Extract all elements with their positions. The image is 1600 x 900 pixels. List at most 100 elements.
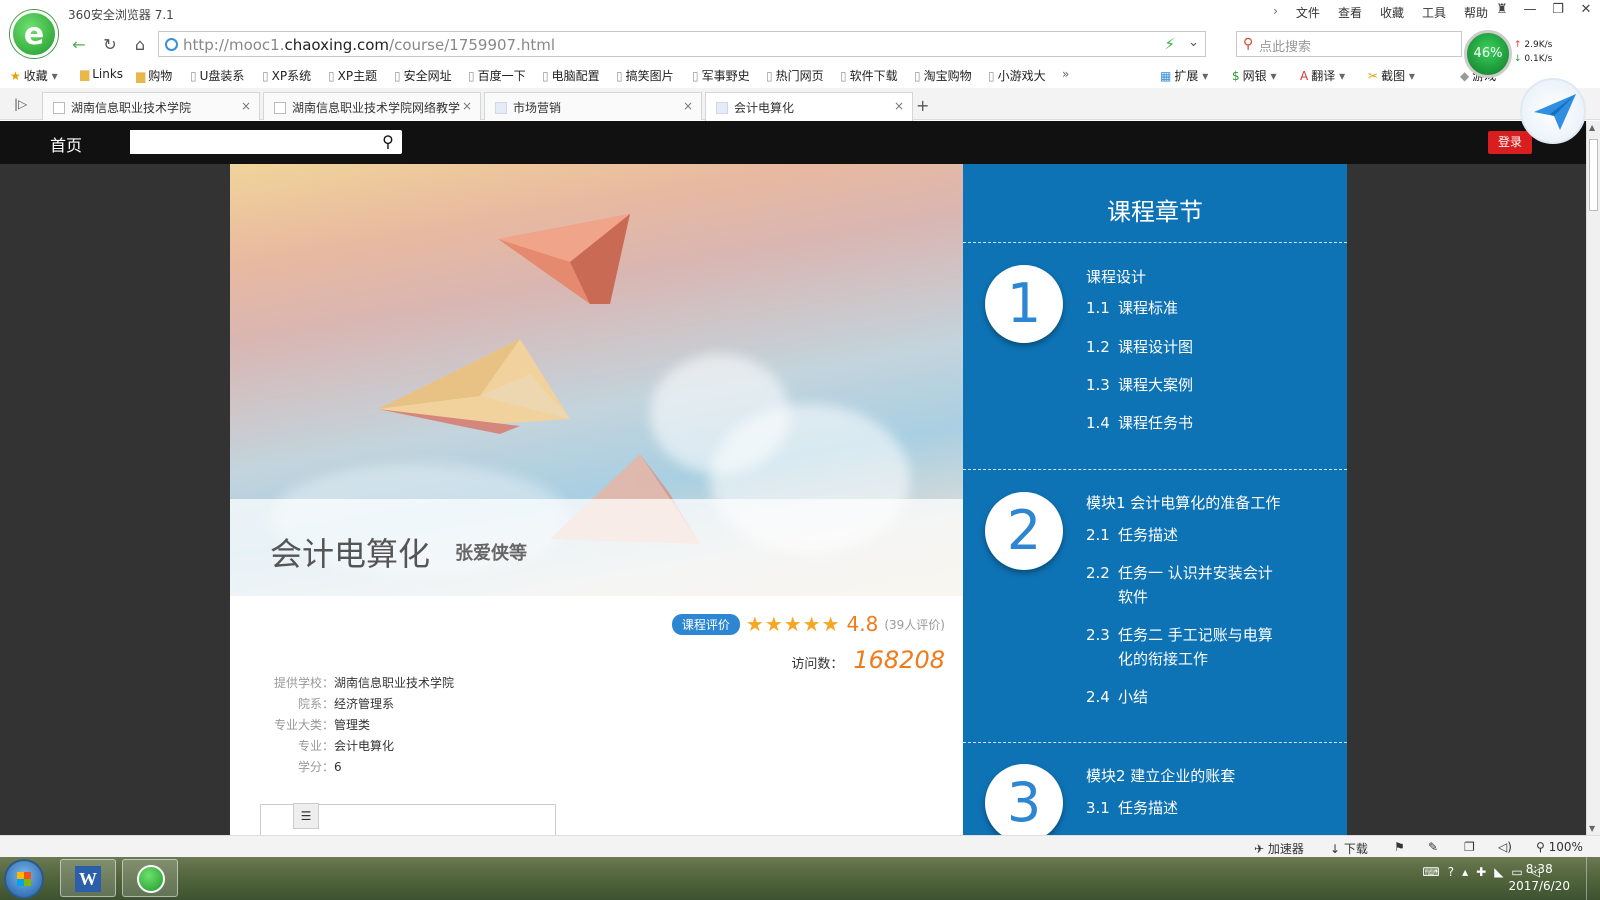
tool-extensions[interactable]: ▦ 扩展 ▾	[1160, 67, 1208, 84]
tray-arrow-icon[interactable]: ▴	[1462, 865, 1468, 879]
chapter-title[interactable]: 课程设计	[1086, 266, 1146, 287]
system-clock[interactable]: 8:38 2017/6/20	[1508, 861, 1570, 895]
network-gauge[interactable]: 46%	[1464, 30, 1512, 78]
rate-course-button[interactable]: 课程评价	[671, 613, 740, 635]
menu-help[interactable]: 帮助	[1464, 4, 1488, 21]
bookmark-item[interactable]: ▯ 热门网页	[766, 67, 824, 84]
speed-mode-icon[interactable]: ⚡	[1164, 35, 1175, 53]
bookmark-item[interactable]: ▯ 军事野史	[692, 67, 750, 84]
maximize-button[interactable]: ❐	[1544, 0, 1572, 22]
bookmark-links[interactable]: ▆ Links	[80, 67, 123, 81]
menu-file[interactable]: 文件	[1296, 4, 1320, 21]
browser-tab[interactable]: 湖南信息职业技术学院 ×	[42, 92, 260, 120]
chapter-item[interactable]: 1.1 课程标准	[1086, 296, 1286, 320]
search-engine-icon[interactable]: ⚲	[1243, 36, 1253, 52]
chapter-item[interactable]: 3.1 任务描述	[1086, 796, 1286, 820]
chapter-item[interactable]: 1.2 课程设计图	[1086, 335, 1286, 359]
chapter-item[interactable]: 1.4 课程任务书	[1086, 411, 1286, 435]
chapter-item[interactable]: 2.4 小结	[1086, 685, 1286, 709]
tab-close-icon[interactable]: ×	[683, 99, 693, 113]
login-button[interactable]: 登录	[1488, 131, 1532, 154]
start-button[interactable]	[4, 859, 44, 899]
page-icon: ▯	[542, 69, 549, 83]
taskbar-browser-app[interactable]	[122, 859, 178, 897]
bookmark-item[interactable]: ▯ 淘宝购物	[914, 67, 972, 84]
bookmark-item[interactable]: ▯ 百度一下	[468, 67, 526, 84]
divider	[963, 242, 1347, 243]
accelerator-button[interactable]: ✈ 加速器	[1254, 840, 1304, 857]
security-icon[interactable]: ✚	[1476, 865, 1486, 879]
chapter-title[interactable]: 模块2 建立企业的账套	[1086, 765, 1235, 786]
browser-tab[interactable]: 湖南信息职业技术学院网络教学 ×	[263, 92, 481, 120]
keyboard-icon[interactable]: ⌨	[1422, 865, 1439, 879]
flag-icon[interactable]: ⚑	[1394, 840, 1405, 854]
browser-tab[interactable]: 市场营销 ×	[484, 92, 702, 120]
volume-icon[interactable]: ◁)	[1498, 840, 1512, 854]
chapter-item[interactable]: 2.1 任务描述	[1086, 523, 1286, 547]
bird-tray-icon[interactable]: ◣	[1494, 865, 1503, 879]
scroll-thumb[interactable]	[1589, 139, 1598, 211]
tab-close-icon[interactable]: ×	[241, 99, 251, 113]
address-dropdown-icon[interactable]: ⌄	[1188, 35, 1199, 50]
tab-close-icon[interactable]: ×	[894, 99, 904, 113]
tool-screenshot[interactable]: ✂ 截图 ▾	[1368, 67, 1415, 84]
chapter-title[interactable]: 模块1 会计电算化的准备工作	[1086, 492, 1280, 513]
clean-icon[interactable]: ✎	[1428, 840, 1438, 854]
bookmark-item[interactable]: ▯ 电脑配置	[542, 67, 600, 84]
bird-assistant-icon[interactable]	[1520, 78, 1586, 144]
window-icon[interactable]: ❐	[1464, 840, 1475, 854]
rocket-icon: ✈	[1254, 842, 1268, 856]
menu-bar: › 文件 查看 收藏 工具 帮助	[1273, 4, 1488, 21]
tool-translate[interactable]: A 翻译 ▾	[1300, 67, 1345, 84]
address-bar[interactable]: http://mooc1.chaoxing.com/course/1759907…	[158, 31, 1206, 57]
refresh-icon[interactable]: ↻	[99, 34, 121, 56]
visit-counter: 访问数： 168208	[791, 646, 945, 674]
minimize-button[interactable]: —	[1516, 0, 1544, 22]
menu-favorites[interactable]: 收藏	[1380, 4, 1404, 21]
page-icon	[274, 102, 286, 114]
bookmark-item[interactable]: ▯ 小游戏大	[988, 67, 1046, 84]
chapter-item[interactable]: 2.3 任务二 手工记账与电算化的衔接工作	[1086, 623, 1286, 671]
search-icon[interactable]: ⚲	[378, 132, 398, 152]
course-caption: 会计电算化 张爱侠等	[230, 499, 963, 596]
close-button[interactable]: ✕	[1572, 0, 1600, 22]
bookmark-item[interactable]: ▯ XP主题	[328, 67, 377, 84]
bookmark-favorites[interactable]: ★ 收藏 ▾	[10, 67, 58, 84]
chapter-item[interactable]: 2.2 任务一 认识并安装会计软件	[1086, 561, 1286, 609]
list-icon[interactable]: ☰	[293, 803, 319, 829]
help-icon[interactable]: ?	[1448, 865, 1454, 879]
bookmark-item[interactable]: ▯ 安全网址	[394, 67, 452, 84]
bookmarks-bar: ★ 收藏 ▾ ▆ Links ▆ 购物 ▯ U盘装系 ▯ XP系统 ▯ XP主题 ▯ 安全网址…	[0, 62, 1600, 88]
site-search-input[interactable]	[130, 130, 374, 154]
sidebar-toggle-icon[interactable]: |▷	[14, 97, 27, 111]
browser-tab-active[interactable]: 会计电算化 ×	[705, 92, 913, 121]
menu-view[interactable]: 查看	[1338, 4, 1362, 21]
bookmark-item[interactable]: ▯ 软件下载	[840, 67, 898, 84]
nav-home-link[interactable]: 首页	[50, 132, 82, 156]
show-desktop-button[interactable]	[1586, 857, 1600, 900]
taskbar-word-app[interactable]: W	[60, 859, 116, 897]
tab-close-icon[interactable]: ×	[461, 99, 472, 113]
back-arrow-icon[interactable]: ←	[68, 34, 90, 56]
scroll-up-icon[interactable]: ▲	[1589, 123, 1595, 132]
menu-chevron-icon[interactable]: ›	[1273, 4, 1278, 21]
menu-tools[interactable]: 工具	[1422, 4, 1446, 21]
scroll-down-icon[interactable]: ▼	[1589, 824, 1595, 833]
page-scrollbar[interactable]: ▲ ▼	[1586, 121, 1600, 835]
home-icon[interactable]: ⌂	[129, 34, 151, 56]
bookmark-item[interactable]: ▯ U盘装系	[190, 67, 244, 84]
page-icon: ▯	[766, 69, 773, 83]
skin-icon[interactable]: ♜	[1488, 0, 1516, 22]
bookmark-item[interactable]: ▯ XP系统	[262, 67, 311, 84]
zoom-control[interactable]: ⚲ 100%	[1536, 840, 1583, 854]
new-tab-icon[interactable]: +	[916, 96, 929, 115]
download-button[interactable]: ↓ 下载	[1330, 840, 1368, 857]
bookmark-shopping[interactable]: ▆ 购物	[136, 67, 172, 84]
visits-label: 访问数：	[791, 657, 844, 672]
tool-bank[interactable]: $ 网银 ▾	[1232, 67, 1277, 84]
bookmarks-more-button[interactable]: »	[1062, 67, 1069, 81]
address-url[interactable]: http://mooc1.chaoxing.com/course/1759907…	[183, 36, 555, 54]
browser-search-box[interactable]: ⚲ 点此搜索	[1236, 31, 1462, 57]
bookmark-item[interactable]: ▯ 搞笑图片	[616, 67, 674, 84]
chapter-item[interactable]: 1.3 课程大案例	[1086, 373, 1286, 397]
